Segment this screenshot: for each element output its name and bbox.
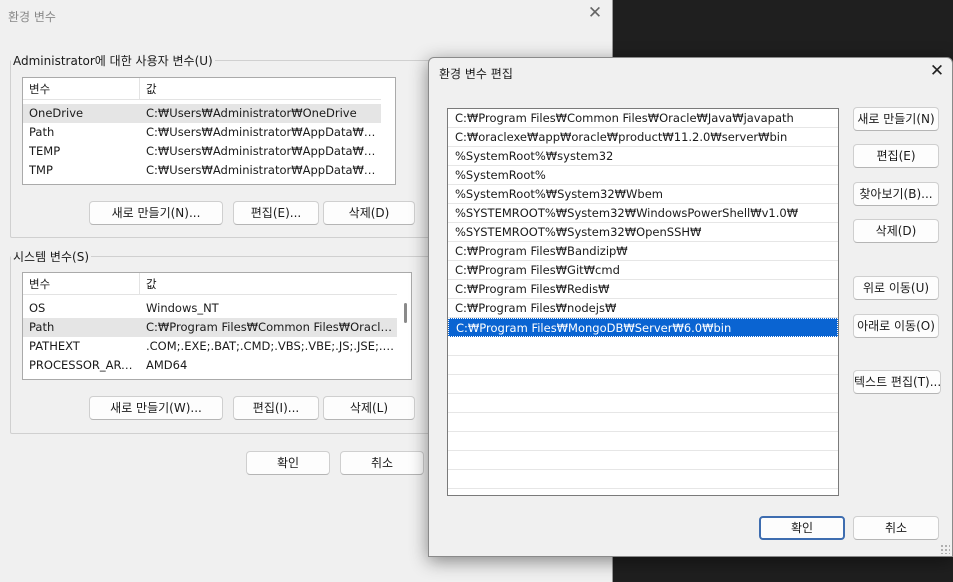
title-bar: 환경 변수 ✕	[0, 0, 612, 30]
variable-name: TMP	[29, 163, 53, 177]
user-edit-button[interactable]: 편집(E)...	[233, 201, 319, 225]
list-item[interactable]: OS Windows_NT	[23, 299, 397, 318]
list-item[interactable]: PROCESSOR_ARC... AMD64	[23, 356, 397, 375]
system-edit-button[interactable]: 편집(I)...	[233, 396, 319, 420]
variable-name: PATHEXT	[29, 339, 80, 353]
empty-row[interactable]	[448, 413, 838, 432]
variable-value: AMD64	[146, 358, 188, 372]
text-edit-button[interactable]: 텍스트 편집(T)...	[853, 370, 941, 394]
close-icon[interactable]: ✕	[926, 61, 948, 81]
list-item[interactable]: C:₩Program Files₩Common Files₩Oracle₩Jav…	[448, 109, 838, 128]
list-item[interactable]: Path C:₩Users₩Administrator₩AppData₩Loca…	[23, 123, 381, 142]
empty-row[interactable]	[448, 432, 838, 451]
variable-value: C:₩Program Files₩Common Files₩Oracle₩...	[146, 320, 397, 334]
vertical-scrollbar[interactable]	[381, 78, 395, 184]
dialog-title: 환경 변수 편집	[439, 67, 513, 81]
title-bar: 환경 변수 편집 ✕	[429, 58, 952, 88]
browse-button[interactable]: 찾아보기(B)...	[853, 182, 939, 206]
variable-value: .COM;.EXE;.BAT;.CMD;.VBS;.VBE;.JS;.JSE;.…	[146, 339, 397, 353]
list-item[interactable]: %SystemRoot%₩system32	[448, 147, 838, 166]
variable-name: OneDrive	[29, 106, 84, 120]
resize-grip-icon[interactable]	[940, 544, 950, 554]
variable-name: TEMP	[29, 144, 61, 158]
delete-button[interactable]: 삭제(D)	[853, 219, 939, 243]
user-new-button[interactable]: 새로 만들기(N)...	[89, 201, 223, 225]
variable-name: Path	[29, 320, 55, 334]
list-item[interactable]: OneDrive C:₩Users₩Administrator₩OneDrive	[23, 104, 381, 123]
column-header-variable[interactable]: 변수	[29, 273, 139, 295]
list-item[interactable]: C:₩Program Files₩nodejs₩	[448, 299, 838, 318]
user-variables-list[interactable]: 변수 값 OneDrive C:₩Users₩Administrator₩One…	[22, 77, 396, 185]
list-item[interactable]: %SYSTEMROOT%₩System32₩WindowsPowerShell₩…	[448, 204, 838, 223]
column-header-variable[interactable]: 변수	[29, 78, 139, 100]
variable-name: OS	[29, 301, 46, 315]
system-variables-list[interactable]: 변수 값 OS Windows_NT Path C:₩Program Files…	[22, 272, 412, 380]
edit-button[interactable]: 편집(E)	[853, 144, 939, 168]
ok-button[interactable]: 확인	[759, 516, 845, 540]
empty-row[interactable]	[448, 356, 838, 375]
empty-row[interactable]	[448, 394, 838, 413]
variable-name: PROCESSOR_ARC...	[29, 358, 139, 372]
cancel-button[interactable]: 취소	[340, 451, 424, 475]
list-item[interactable]: C:₩Program Files₩Git₩cmd	[448, 261, 838, 280]
list-item[interactable]: %SYSTEMROOT%₩System32₩OpenSSH₩	[448, 223, 838, 242]
list-item[interactable]: C:₩oraclexe₩app₩oracle₩product₩11.2.0₩se…	[448, 128, 838, 147]
list-item[interactable]: %SystemRoot%₩System32₩Wbem	[448, 185, 838, 204]
cancel-button[interactable]: 취소	[853, 516, 939, 540]
vertical-scrollbar[interactable]	[397, 273, 411, 379]
variable-value: Windows_NT	[146, 301, 219, 315]
user-variables-legend: Administrator에 대한 사용자 변수(U)	[13, 54, 213, 68]
empty-row[interactable]	[448, 375, 838, 394]
list-item[interactable]: PATHEXT .COM;.EXE;.BAT;.CMD;.VBS;.VBE;.J…	[23, 337, 397, 356]
empty-row[interactable]	[448, 337, 838, 356]
variable-value: C:₩Users₩Administrator₩AppData₩Local₩...	[146, 163, 381, 177]
system-new-button[interactable]: 새로 만들기(W)...	[89, 396, 223, 420]
list-item[interactable]: TMP C:₩Users₩Administrator₩AppData₩Local…	[23, 161, 381, 180]
variable-value: C:₩Users₩Administrator₩AppData₩Local₩...	[146, 125, 381, 139]
empty-row[interactable]	[448, 470, 838, 489]
empty-row[interactable]	[448, 451, 838, 470]
scrollbar-thumb[interactable]	[404, 303, 407, 323]
variable-name: Path	[29, 125, 55, 139]
list-item[interactable]: TEMP C:₩Users₩Administrator₩AppData₩Loca…	[23, 142, 381, 161]
variable-value: C:₩Users₩Administrator₩AppData₩Local₩...	[146, 144, 381, 158]
dialog-title: 환경 변수	[8, 10, 56, 24]
column-header-value[interactable]: 값	[146, 273, 397, 295]
close-icon[interactable]: ✕	[584, 3, 606, 23]
system-variables-legend: 시스템 변수(S)	[13, 250, 89, 264]
move-down-button[interactable]: 아래로 이동(O)	[853, 314, 939, 338]
list-header: 변수 값	[23, 273, 397, 295]
list-header: 변수 값	[23, 78, 381, 100]
column-header-value[interactable]: 값	[146, 78, 381, 100]
list-item-selected[interactable]: C:₩Program Files₩MongoDB₩Server₩6.0₩bin	[448, 318, 838, 337]
variable-value: C:₩Users₩Administrator₩OneDrive	[146, 106, 357, 120]
list-item[interactable]: Path C:₩Program Files₩Common Files₩Oracl…	[23, 318, 397, 337]
new-button[interactable]: 새로 만들기(N)	[853, 107, 939, 131]
ok-button[interactable]: 확인	[246, 451, 330, 475]
list-item[interactable]: %SystemRoot%	[448, 166, 838, 185]
list-item[interactable]: C:₩Program Files₩Redis₩	[448, 280, 838, 299]
system-delete-button[interactable]: 삭제(L)	[323, 396, 415, 420]
path-list[interactable]: C:₩Program Files₩Common Files₩Oracle₩Jav…	[447, 108, 839, 496]
list-item[interactable]: C:₩Program Files₩Bandizip₩	[448, 242, 838, 261]
move-up-button[interactable]: 위로 이동(U)	[853, 276, 939, 300]
user-delete-button[interactable]: 삭제(D)	[323, 201, 415, 225]
edit-environment-variable-dialog: 환경 변수 편집 ✕ C:₩Program Files₩Common Files…	[428, 57, 953, 557]
